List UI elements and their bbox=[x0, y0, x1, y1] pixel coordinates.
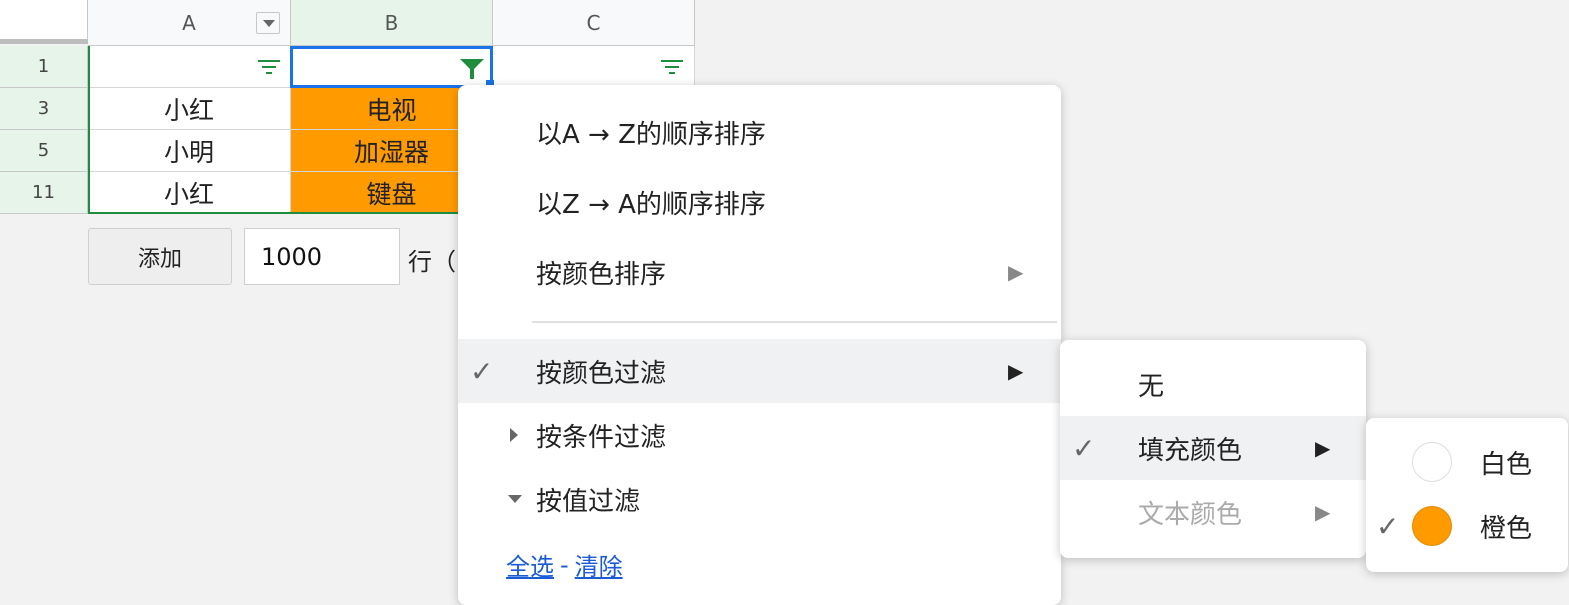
add-rows-count-input[interactable] bbox=[244, 228, 400, 285]
filter-range-border bbox=[88, 212, 460, 214]
column-header-c[interactable]: C bbox=[493, 0, 695, 46]
menu-item-label: 无 bbox=[1138, 371, 1165, 402]
row-number: 11 bbox=[32, 182, 55, 203]
color-none-item[interactable]: 无 bbox=[1060, 352, 1366, 416]
color-label: 橙色 bbox=[1480, 513, 1533, 544]
filter-range-border bbox=[88, 46, 90, 214]
row-number: 3 bbox=[37, 98, 50, 119]
checkmark-icon: ✓ bbox=[470, 354, 494, 388]
table-cell[interactable]: 小红 bbox=[88, 88, 291, 130]
submenu-arrow-icon: ▶ bbox=[1315, 436, 1331, 460]
filter-lines-icon[interactable] bbox=[661, 60, 683, 76]
menu-item-label: 填充颜色 bbox=[1138, 435, 1243, 466]
checkmark-icon: ✓ bbox=[1376, 509, 1400, 543]
select-all-corner[interactable] bbox=[0, 0, 88, 44]
filter-by-value-item[interactable]: 按值过滤 bbox=[458, 467, 1061, 531]
table-cell[interactable]: 小明 bbox=[88, 130, 291, 172]
cell-text: 电视 bbox=[366, 95, 417, 125]
link-separator: - bbox=[560, 550, 569, 579]
expand-right-icon bbox=[510, 428, 518, 442]
clear-link[interactable]: 清除 bbox=[575, 547, 623, 582]
row-number: 5 bbox=[37, 140, 50, 161]
orange-swatch-icon bbox=[1412, 506, 1452, 546]
menu-item-label: 以Z → A的顺序排序 bbox=[536, 189, 766, 220]
select-clear-links: 全选 - 清除 bbox=[506, 547, 623, 582]
cell-text: 键盘 bbox=[366, 179, 417, 209]
table-cell[interactable]: 小红 bbox=[88, 172, 291, 214]
filter-lines-icon[interactable] bbox=[258, 60, 280, 76]
submenu-arrow-icon: ▶ bbox=[1008, 260, 1024, 284]
expand-down-icon bbox=[508, 495, 522, 503]
rows-unit-label: 行（ bbox=[408, 248, 456, 276]
fill-color-item[interactable]: ✓ 填充颜色 ▶ bbox=[1060, 416, 1366, 480]
white-color-option[interactable]: 白色 bbox=[1366, 430, 1568, 494]
filter-cell-a[interactable] bbox=[88, 46, 291, 88]
menu-item-label: 按颜色过滤 bbox=[536, 358, 667, 389]
text-color-item: 文本颜色 ▶ bbox=[1060, 480, 1366, 544]
column-header-label: C bbox=[586, 10, 601, 35]
fill-color-submenu: 白色 ✓ 橙色 bbox=[1366, 418, 1568, 572]
row-header-3[interactable]: 3 bbox=[0, 88, 88, 130]
cell-text: 加湿器 bbox=[353, 137, 429, 167]
filter-by-condition-item[interactable]: 按条件过滤 bbox=[458, 403, 1061, 467]
column-menu-dropdown-icon[interactable] bbox=[256, 12, 280, 34]
cell-text: 小明 bbox=[163, 137, 214, 167]
filter-by-color-item[interactable]: ✓ 按颜色过滤 ▶ bbox=[458, 339, 1061, 403]
submenu-arrow-icon: ▶ bbox=[1315, 500, 1331, 524]
sort-by-color-item[interactable]: 按颜色排序 ▶ bbox=[458, 239, 1061, 305]
cell-text: 小红 bbox=[163, 95, 214, 125]
sort-a-to-z-item[interactable]: 以A → Z的顺序排序 bbox=[458, 99, 1061, 165]
select-all-link[interactable]: 全选 bbox=[506, 547, 554, 582]
row-header-5[interactable]: 5 bbox=[0, 130, 88, 172]
row-header-11[interactable]: 11 bbox=[0, 172, 88, 214]
menu-item-label: 以A → Z的顺序排序 bbox=[536, 119, 766, 150]
filter-cell-c[interactable] bbox=[493, 46, 695, 88]
column-header-b[interactable]: B bbox=[291, 0, 493, 46]
cell-text: 小红 bbox=[163, 179, 214, 209]
row-number: 1 bbox=[37, 56, 50, 77]
add-rows-button[interactable]: 添加 bbox=[88, 228, 232, 285]
menu-item-label: 按颜色排序 bbox=[536, 259, 667, 290]
color-label: 白色 bbox=[1480, 449, 1533, 480]
filter-menu: 以A → Z的顺序排序 以Z → A的顺序排序 按颜色排序 ▶ ✓ 按颜色过滤 … bbox=[458, 85, 1061, 605]
menu-divider bbox=[532, 321, 1057, 323]
white-swatch-icon bbox=[1412, 442, 1452, 482]
submenu-arrow-icon: ▶ bbox=[1008, 359, 1024, 383]
sort-z-to-a-item[interactable]: 以Z → A的顺序排序 bbox=[458, 169, 1061, 235]
column-header-label: A bbox=[182, 10, 196, 35]
row-header-1[interactable]: 1 bbox=[0, 46, 88, 88]
checkmark-icon: ✓ bbox=[1072, 431, 1096, 465]
selected-cell-outline bbox=[290, 46, 493, 88]
menu-item-label: 文本颜色 bbox=[1138, 499, 1243, 530]
column-header-label: B bbox=[384, 10, 399, 35]
menu-item-label: 按值过滤 bbox=[536, 486, 641, 517]
color-type-submenu: 无 ✓ 填充颜色 ▶ 文本颜色 ▶ bbox=[1060, 340, 1366, 558]
menu-item-label: 按条件过滤 bbox=[536, 422, 667, 453]
orange-color-option[interactable]: ✓ 橙色 bbox=[1366, 494, 1568, 558]
